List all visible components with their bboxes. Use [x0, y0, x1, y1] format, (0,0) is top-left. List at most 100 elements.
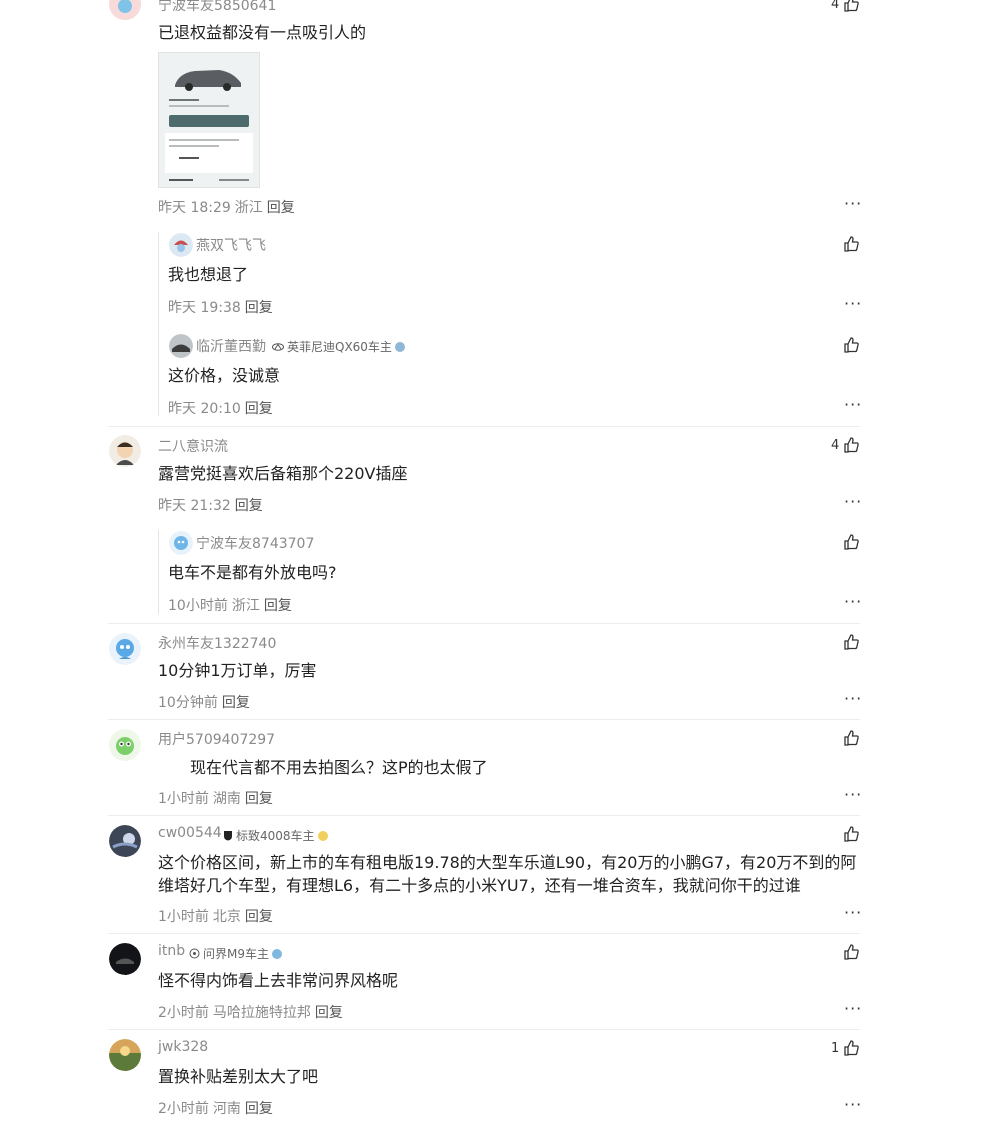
comment-time: 10分钟前 — [158, 695, 218, 711]
like-button[interactable] — [843, 236, 859, 252]
aito-logo-icon — [189, 948, 200, 959]
reply-button[interactable]: 回复 — [267, 197, 295, 217]
reply-button[interactable]: 回复 — [264, 595, 292, 615]
comment-username[interactable]: 二八意识流 — [158, 436, 228, 456]
comment-image[interactable] — [158, 52, 260, 188]
thumbs-up-icon — [844, 0, 860, 12]
comment-text: 现在代言都不用去拍图么？这P的也太假了 — [190, 758, 488, 777]
comment-username[interactable]: cw00544 — [158, 825, 222, 841]
avatar[interactable] — [169, 334, 193, 358]
comment-time: 昨天 21:32 — [158, 498, 231, 514]
reply-text: 我也想退了 — [168, 265, 249, 284]
comment-meta: 1小时前 北京 回复 — [158, 906, 273, 926]
comment-meta: 昨天 21:32 回复 — [158, 495, 263, 515]
more-dots-icon[interactable]: ··· — [844, 196, 862, 212]
like-count: 1 — [831, 1040, 840, 1056]
verified-icon — [317, 830, 328, 841]
comment-username[interactable]: 永州车友1322740 — [158, 633, 276, 653]
comment-text: 怪不得内饰看上去非常问界风格呢 — [158, 971, 399, 990]
comment-time: 2小时前 — [158, 1101, 209, 1117]
like-button[interactable] — [843, 634, 859, 650]
thumbs-up-icon — [844, 437, 860, 453]
avatar[interactable] — [109, 435, 141, 467]
avatar[interactable] — [109, 1039, 141, 1071]
comment-username[interactable]: 宁波车友5850641 — [158, 0, 276, 15]
reply-time: 10小时前 — [168, 598, 228, 614]
avatar[interactable] — [109, 633, 141, 665]
comment-divider — [108, 815, 860, 816]
reply-button[interactable]: 回复 — [245, 1098, 273, 1118]
like-button[interactable] — [843, 944, 859, 960]
comment-location: 湖南 — [212, 791, 241, 807]
image-cta-bar — [169, 115, 249, 127]
avatar[interactable] — [109, 825, 141, 857]
comment-divider — [108, 426, 860, 427]
like-button[interactable] — [843, 826, 859, 842]
comment-time: 1小时前 — [158, 909, 209, 925]
like-button[interactable] — [843, 730, 859, 746]
comment-text: 10分钟1万订单，厉害 — [158, 661, 317, 680]
owner-badge-label: 问界M9车主 — [203, 947, 269, 961]
more-dots-icon[interactable]: ··· — [844, 494, 862, 510]
comment-username[interactable]: 用户5709407297 — [158, 729, 275, 749]
avatar[interactable] — [109, 943, 141, 975]
avatar[interactable] — [169, 233, 193, 257]
more-dots-icon[interactable]: ··· — [844, 397, 862, 413]
comment-divider — [108, 719, 860, 720]
owner-badge: 英菲尼迪QX60车主 — [272, 338, 405, 355]
comment-text: 置换补贴差别太大了吧 — [158, 1067, 319, 1086]
reply-button[interactable]: 回复 — [245, 906, 273, 926]
reply-button[interactable]: 回复 — [235, 495, 263, 515]
verified-icon — [272, 948, 282, 959]
reply-username[interactable]: 临沂董西勤 — [196, 336, 266, 356]
reply-thread-line — [158, 232, 159, 416]
like-count: 4 — [831, 437, 840, 453]
reply-button[interactable]: 回复 — [245, 788, 273, 808]
avatar[interactable] — [109, 729, 141, 761]
owner-badge-label: 英菲尼迪QX60车主 — [287, 340, 392, 354]
thumbs-up-icon — [844, 730, 859, 746]
comment-meta: 2小时前 河南 回复 — [158, 1098, 273, 1118]
reply-time: 昨天 20:10 — [168, 401, 241, 417]
reply-button[interactable]: 回复 — [222, 692, 250, 712]
reply-button[interactable]: 回复 — [245, 297, 273, 317]
like-button[interactable]: 1 — [831, 1040, 860, 1056]
reply-username[interactable]: 宁波车友8743707 — [196, 533, 314, 553]
more-dots-icon[interactable]: ··· — [844, 296, 862, 312]
more-dots-icon[interactable]: ··· — [844, 905, 862, 921]
thumbs-up-icon — [844, 826, 859, 842]
comment-divider — [108, 623, 860, 624]
like-button[interactable]: 4 — [831, 437, 860, 453]
more-dots-icon[interactable]: ··· — [844, 787, 862, 803]
peugeot-logo-icon — [224, 831, 232, 841]
like-button[interactable] — [843, 534, 859, 550]
owner-badge: 问界M9车主 — [189, 945, 282, 962]
infiniti-logo-icon — [272, 342, 284, 351]
reply-button[interactable]: 回复 — [245, 398, 273, 418]
more-dots-icon[interactable]: ··· — [844, 1001, 862, 1017]
comment-username[interactable]: jwk328 — [158, 1039, 208, 1055]
more-dots-icon[interactable]: ··· — [844, 1097, 862, 1113]
more-dots-icon[interactable]: ··· — [844, 691, 862, 707]
comment-time: 1小时前 — [158, 791, 209, 807]
avatar[interactable] — [109, 0, 141, 20]
reply-time: 昨天 19:38 — [168, 300, 241, 316]
reply-location: 浙江 — [231, 598, 260, 614]
reply-username[interactable]: 燕双飞飞飞 — [196, 235, 266, 255]
avatar[interactable] — [169, 531, 193, 555]
thumbs-up-icon — [844, 634, 859, 650]
like-button[interactable] — [843, 337, 859, 353]
thumbs-up-icon — [844, 1040, 860, 1056]
comment-text: 已退权益都没有一点吸引人的 — [158, 23, 367, 42]
like-button[interactable]: 4 — [831, 0, 860, 12]
comment-location: 马哈拉施特拉邦 — [212, 1005, 311, 1021]
comment-location: 浙江 — [234, 200, 263, 216]
comment-divider — [108, 933, 860, 934]
comment-username[interactable]: itnb — [158, 943, 185, 959]
reply-button[interactable]: 回复 — [315, 1002, 343, 1022]
reply-meta: 10小时前 浙江 回复 — [168, 595, 292, 615]
owner-badge: 标致4008车主 — [223, 827, 328, 844]
comment-text-line-2: 维塔好几个车型，有理想L6，有二十多点的小米YU7，还有一堆合资车，我就问你干的… — [158, 876, 801, 895]
reply-thread-line — [158, 530, 159, 614]
more-dots-icon[interactable]: ··· — [844, 594, 862, 610]
